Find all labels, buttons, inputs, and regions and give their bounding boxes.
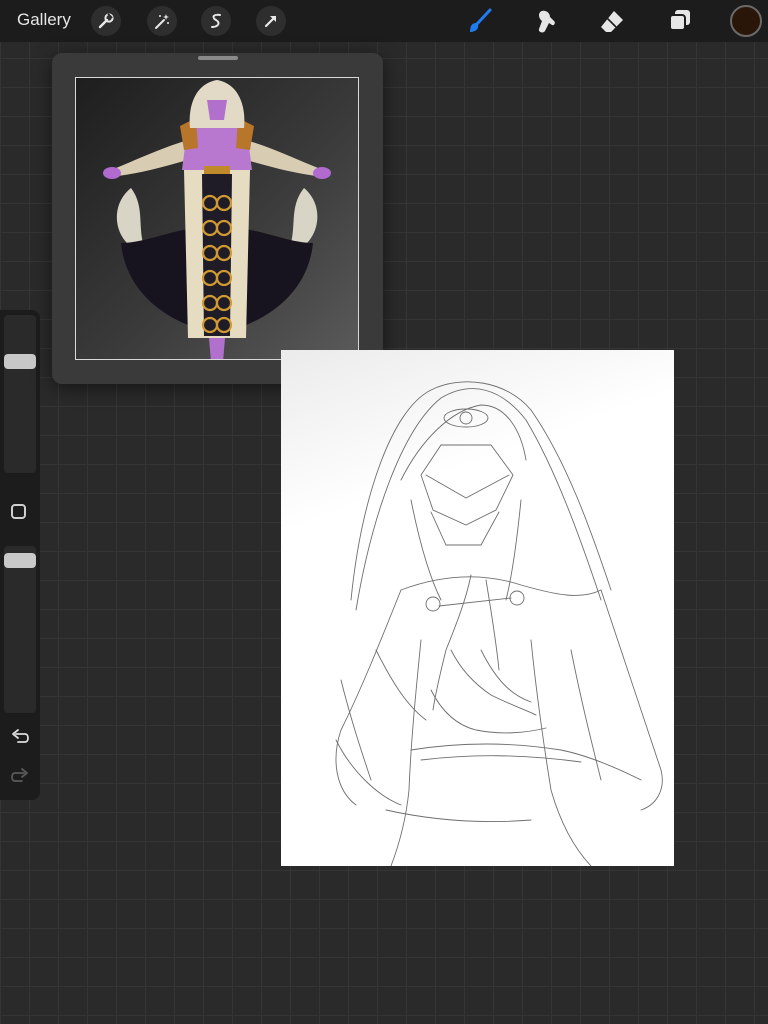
brush-icon[interactable] — [464, 5, 496, 37]
undo-icon[interactable] — [10, 727, 30, 747]
reference-image — [75, 77, 359, 360]
square-icon[interactable] — [11, 504, 26, 519]
magic-wand-icon[interactable] — [147, 6, 177, 36]
left-sidebar — [0, 310, 40, 800]
arrow-cursor-icon[interactable] — [256, 6, 286, 36]
smudge-icon[interactable] — [530, 5, 562, 37]
brush-size-slider-handle[interactable] — [4, 354, 36, 369]
opacity-slider-handle[interactable] — [4, 553, 36, 568]
top-toolbar: Gallery — [0, 0, 768, 42]
opacity-slider[interactable] — [4, 546, 36, 713]
layers-icon[interactable] — [664, 5, 696, 37]
gallery-button[interactable]: Gallery — [17, 10, 71, 30]
redo-icon[interactable] — [10, 766, 30, 786]
reference-panel-handle[interactable] — [198, 56, 238, 60]
brush-size-slider[interactable] — [4, 315, 36, 473]
wrench-icon[interactable] — [91, 6, 121, 36]
selection-s-icon[interactable] — [201, 6, 231, 36]
drawing-canvas[interactable] — [281, 350, 674, 866]
eraser-icon[interactable] — [596, 5, 628, 37]
color-picker-button[interactable] — [730, 5, 762, 37]
